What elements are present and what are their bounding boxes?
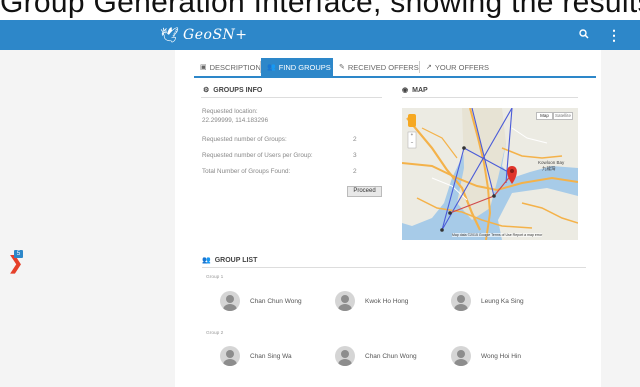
groups-count-label: Requested number of Groups: <box>202 136 287 143</box>
map-place-label: Kowloon Bay <box>538 160 565 165</box>
map-type-satellite-button[interactable]: Satellite <box>553 112 573 120</box>
member-item[interactable]: Wong Hoi Hin <box>451 345 521 367</box>
tab-received-offers[interactable]: ✎ RECEIVED OFFERS <box>333 58 420 76</box>
groups-count-value: 2 <box>353 136 357 143</box>
tab-description[interactable]: ▣ DESCRIPTION <box>194 58 261 76</box>
location-label: Requested location: <box>202 108 258 115</box>
group-1-label: Group 1 <box>206 275 224 280</box>
member-item[interactable]: Leung Ka Sing <box>451 290 524 312</box>
right-panel <box>601 50 640 387</box>
image-icon: ▣ <box>200 64 207 71</box>
map-place-label-zh: 九龍灣 <box>542 166 556 171</box>
avatar <box>335 291 355 311</box>
globe-icon: ◉ <box>402 87 409 94</box>
users-icon: 👥 <box>267 64 276 71</box>
tab-label: DESCRIPTION <box>209 62 261 72</box>
bird-logo-icon: 🕊 <box>160 27 180 44</box>
share-icon: ↗ <box>426 64 432 71</box>
member-item[interactable]: Chan Chun Wong <box>335 345 417 367</box>
map-canvas <box>402 108 578 240</box>
sidebar-toggle[interactable]: ❯ 5 <box>8 250 24 272</box>
map-type-map-button[interactable]: Map <box>536 112 553 120</box>
users-per-group-value: 3 <box>353 152 357 159</box>
figure-caption: Group Generation Interface, showing the … <box>0 0 640 19</box>
zoom-in-button[interactable]: + <box>408 132 416 140</box>
left-panel: ❯ 5 <box>0 50 175 387</box>
avatar <box>451 291 471 311</box>
location-value: 22.299999, 114.183296 <box>202 117 269 124</box>
groups-info-heading: ⚙ GROUPS INFO <box>203 86 263 95</box>
zoom-out-button[interactable]: − <box>408 140 416 148</box>
group-2-label: Group 2 <box>206 331 224 336</box>
gear-icon: ⚙ <box>203 87 210 94</box>
more-vert-icon[interactable]: ⋮ <box>607 25 621 45</box>
tab-find-groups[interactable]: 👥 FIND GROUPS <box>261 58 333 76</box>
tab-your-offers[interactable]: ↗ YOUR OFFERS <box>420 58 496 76</box>
edit-icon: ✎ <box>339 64 345 71</box>
brand-name: GeoSN+ <box>183 27 248 43</box>
member-item[interactable]: Chan Sing Wa <box>220 345 292 367</box>
avatar <box>335 346 355 366</box>
map-view[interactable]: Map Satellite + − Kowloon Bay 九龍灣 Map da… <box>402 108 578 240</box>
map-heading: ◉ MAP <box>402 86 428 95</box>
groups-found-label: Total Number of Groups Found: <box>202 168 291 175</box>
main-content: ▣ DESCRIPTION 👥 FIND GROUPS ✎ RECEIVED O… <box>175 50 601 387</box>
map-attribution: Map data ©2015 Google Terms of Use Repor… <box>452 233 543 237</box>
users-per-group-label: Requested number of Users per Group: <box>202 152 313 159</box>
app-bar: 🕊 GeoSN+ ⋮ <box>0 20 640 50</box>
proceed-button[interactable]: Proceed <box>347 186 382 197</box>
users-icon: 👥 <box>202 257 211 264</box>
tab-label: FIND GROUPS <box>278 62 331 72</box>
groups-found-value: 2 <box>353 168 357 175</box>
avatar <box>220 291 240 311</box>
notification-badge: 5 <box>14 250 23 258</box>
tab-label: YOUR OFFERS <box>434 62 490 72</box>
tab-bar: ▣ DESCRIPTION 👥 FIND GROUPS ✎ RECEIVED O… <box>194 58 596 78</box>
avatar <box>451 346 471 366</box>
avatar <box>220 346 240 366</box>
group-list-heading: 👥 GROUP LIST <box>202 256 258 265</box>
search-icon[interactable] <box>576 26 592 42</box>
app-logo[interactable]: 🕊 GeoSN+ <box>160 24 248 46</box>
member-item[interactable]: Chan Chun Wong <box>220 290 302 312</box>
tab-label: RECEIVED OFFERS <box>347 62 419 72</box>
member-item[interactable]: Kwok Ho Hong <box>335 290 408 312</box>
